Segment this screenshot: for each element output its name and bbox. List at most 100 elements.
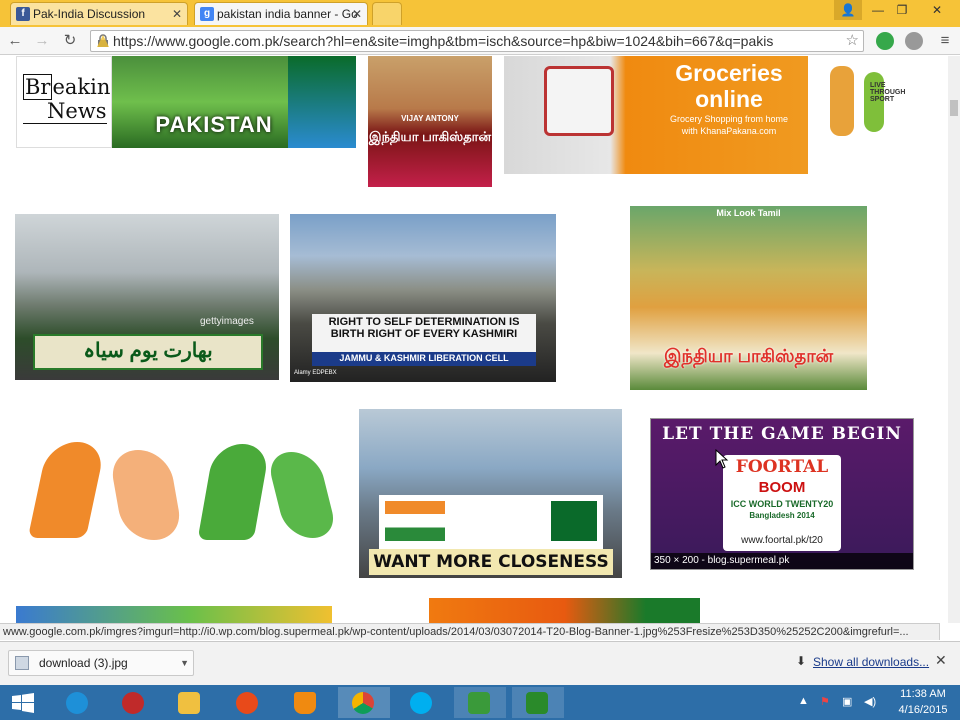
windows-logo-icon: [12, 693, 34, 713]
mouse-cursor-icon: [715, 449, 729, 469]
chrome-icon: [352, 692, 374, 714]
download-item[interactable]: download (3).jpg ▼: [8, 650, 194, 676]
image-results-grid: Breaking News PAKISTAN VIJAY ANTONY இந்த…: [0, 56, 948, 623]
groceries-subtitle: Grocery Shopping from home: [669, 114, 789, 124]
facebook-icon: f: [16, 7, 30, 21]
bookmark-star-icon[interactable]: ☆: [846, 31, 859, 51]
reload-button[interactable]: ↻: [59, 31, 81, 51]
skype-icon: [410, 692, 432, 714]
menu-icon[interactable]: ≡: [934, 31, 956, 51]
tamil-title-text-2: இந்தியா பாகிஸ்தான்: [663, 346, 834, 366]
taskbar-internet-explorer[interactable]: [52, 687, 104, 718]
news-text: News: [23, 99, 107, 124]
new-tab-button[interactable]: [372, 2, 402, 25]
forward-button[interactable]: →: [31, 31, 53, 51]
status-bar: www.google.com.pk/imgres?imgurl=http://i…: [0, 623, 940, 640]
close-downloads-icon[interactable]: ✕: [935, 652, 947, 669]
taskbar-camtasia-2[interactable]: [512, 687, 564, 718]
google-icon: g: [200, 7, 214, 21]
mixlook-text: Mix Look Tamil: [716, 208, 781, 218]
getty-watermark: gettyimages: [200, 316, 254, 327]
boom-text: BOOM: [758, 479, 806, 496]
tab-label: pakistan india banner - Go: [217, 7, 358, 21]
taskbar-camtasia-1[interactable]: [454, 687, 506, 718]
result-tamil-poster[interactable]: VIJAY ANTONY இந்தியா பாகிஸ்தான்: [368, 56, 492, 187]
security-warning-icon: [97, 34, 109, 47]
close-window-button[interactable]: ✕: [922, 0, 952, 20]
result-kashmir-rally[interactable]: RIGHT TO SELF DETERMINATION IS BIRTH RIG…: [290, 214, 556, 382]
closeness-text: WANT MORE CLOSENESS: [373, 552, 609, 572]
clock-date[interactable]: 4/16/2015: [893, 704, 953, 716]
kashmir-banner-line2: BIRTH RIGHT OF EVERY KASHMIRI: [330, 328, 518, 340]
taskbar-vlc[interactable]: [280, 687, 332, 718]
tab-pak-india-discussion[interactable]: f Pak-India Discussion ✕: [10, 2, 188, 25]
chevron-down-icon[interactable]: ▼: [180, 651, 189, 675]
result-pakistan-flag-banner[interactable]: PAKISTAN: [112, 56, 356, 148]
extension-icon[interactable]: [876, 32, 894, 50]
show-all-downloads-link[interactable]: Show all downloads...: [813, 655, 929, 669]
app-icon: [236, 692, 258, 714]
user-icon[interactable]: 👤: [834, 0, 862, 20]
tamil-title-text: இந்தியா பாகிஸ்தான்: [368, 129, 492, 144]
taskbar-chrome[interactable]: [338, 687, 390, 718]
result-live-through-sport[interactable]: LIVE THROUGH SPORT: [820, 62, 928, 144]
image-file-icon: [15, 656, 29, 670]
tray-volume-icon[interactable]: ◀): [864, 695, 876, 708]
globe-icon[interactable]: [905, 32, 923, 50]
close-tab-icon[interactable]: ✕: [352, 3, 362, 25]
browser-toolbar: ← → ↻ https://www.google.com.pk/search?h…: [0, 27, 960, 55]
vijay-antony-text: VIJAY ANTONY: [401, 114, 459, 123]
kashmir-banner-line3: JAMMU & KASHMIR LIBERATION CELL: [339, 353, 509, 363]
alamy-watermark: Alamy EDPEBX: [294, 370, 337, 376]
ie-icon: [66, 692, 88, 714]
taskbar-app-4[interactable]: [222, 687, 274, 718]
address-bar[interactable]: https://www.google.com.pk/search?hl=en&s…: [90, 30, 864, 52]
download-arrow-icon: ⬇: [796, 654, 807, 668]
result-breaking-news[interactable]: Breaking News: [16, 56, 112, 148]
breaking-text-rest: eaking: [52, 75, 111, 99]
url-text[interactable]: https://www.google.com.pk/search?hl=en&s…: [113, 31, 843, 51]
taskbar-skype[interactable]: [396, 687, 448, 718]
foortal-logo-text: FOORTAL: [735, 457, 829, 477]
scroll-thumb[interactable]: [950, 100, 958, 116]
result-partial-2[interactable]: [429, 598, 700, 623]
tray-network-icon[interactable]: ⚑: [820, 695, 830, 708]
result-black-day-rally[interactable]: بھارت یوم سیاہ gettyimages: [15, 214, 279, 380]
result-india-pakistan-movie[interactable]: Mix Look Tamil இந்தியா பாகிஸ்தான்: [630, 206, 867, 390]
camtasia-icon: [468, 692, 490, 714]
download-filename: download (3).jpg: [39, 656, 128, 670]
tray-action-center-icon[interactable]: ▣: [842, 695, 852, 708]
kashmir-banner-line1: RIGHT TO SELF DETERMINATION IS: [328, 316, 520, 328]
groceries-title: Groceries online: [675, 60, 783, 112]
page-scrollbar[interactable]: [948, 56, 960, 623]
restore-button[interactable]: ❐: [888, 0, 916, 20]
windows-taskbar: ▲ ⚑ ▣ ◀) 11:38 AM 4/16/2015: [0, 685, 960, 720]
folder-icon: [178, 692, 200, 714]
result-let-the-game-begin[interactable]: LET THE GAME BEGIN FOORTAL BOOM ICC WORL…: [650, 418, 914, 570]
taskbar-app-2[interactable]: [108, 687, 160, 718]
result-want-more-closeness[interactable]: WANT MORE CLOSENESS: [359, 409, 622, 578]
tray-expand-icon[interactable]: ▲: [798, 695, 809, 707]
vlc-icon: [294, 692, 316, 714]
breaking-text: Br: [23, 74, 53, 100]
result-cricket-silhouettes[interactable]: [16, 428, 348, 552]
bangladesh-text: Bangladesh 2014: [749, 511, 815, 520]
start-button[interactable]: [0, 687, 52, 718]
title-bar: f Pak-India Discussion ✕ g pakistan indi…: [0, 0, 960, 27]
taskbar-file-explorer[interactable]: [164, 687, 216, 718]
result-groceries-online[interactable]: Groceries online Grocery Shopping from h…: [504, 56, 808, 174]
clock-time[interactable]: 11:38 AM: [893, 688, 953, 700]
downloads-bar: download (3).jpg ▼ ⬇ Show all downloads.…: [0, 641, 960, 685]
pakistan-text: PAKISTAN: [155, 112, 273, 137]
back-button[interactable]: ←: [4, 31, 26, 51]
close-tab-icon[interactable]: ✕: [172, 3, 182, 25]
game-begin-text: LET THE GAME BEGIN: [662, 424, 902, 444]
tab-google-search[interactable]: g pakistan india banner - Go ✕: [194, 2, 368, 25]
t20-text: ICC WORLD TWENTY20: [730, 499, 834, 509]
camtasia-icon: [526, 692, 548, 714]
foortal-url-text: www.foortal.pk/t20: [741, 535, 823, 546]
result-partial-1[interactable]: [16, 606, 332, 623]
tab-label: Pak-India Discussion: [33, 7, 146, 21]
groceries-site: with KhanaPakana.com: [681, 126, 777, 136]
sport-text: LIVE THROUGH SPORT: [870, 82, 906, 103]
